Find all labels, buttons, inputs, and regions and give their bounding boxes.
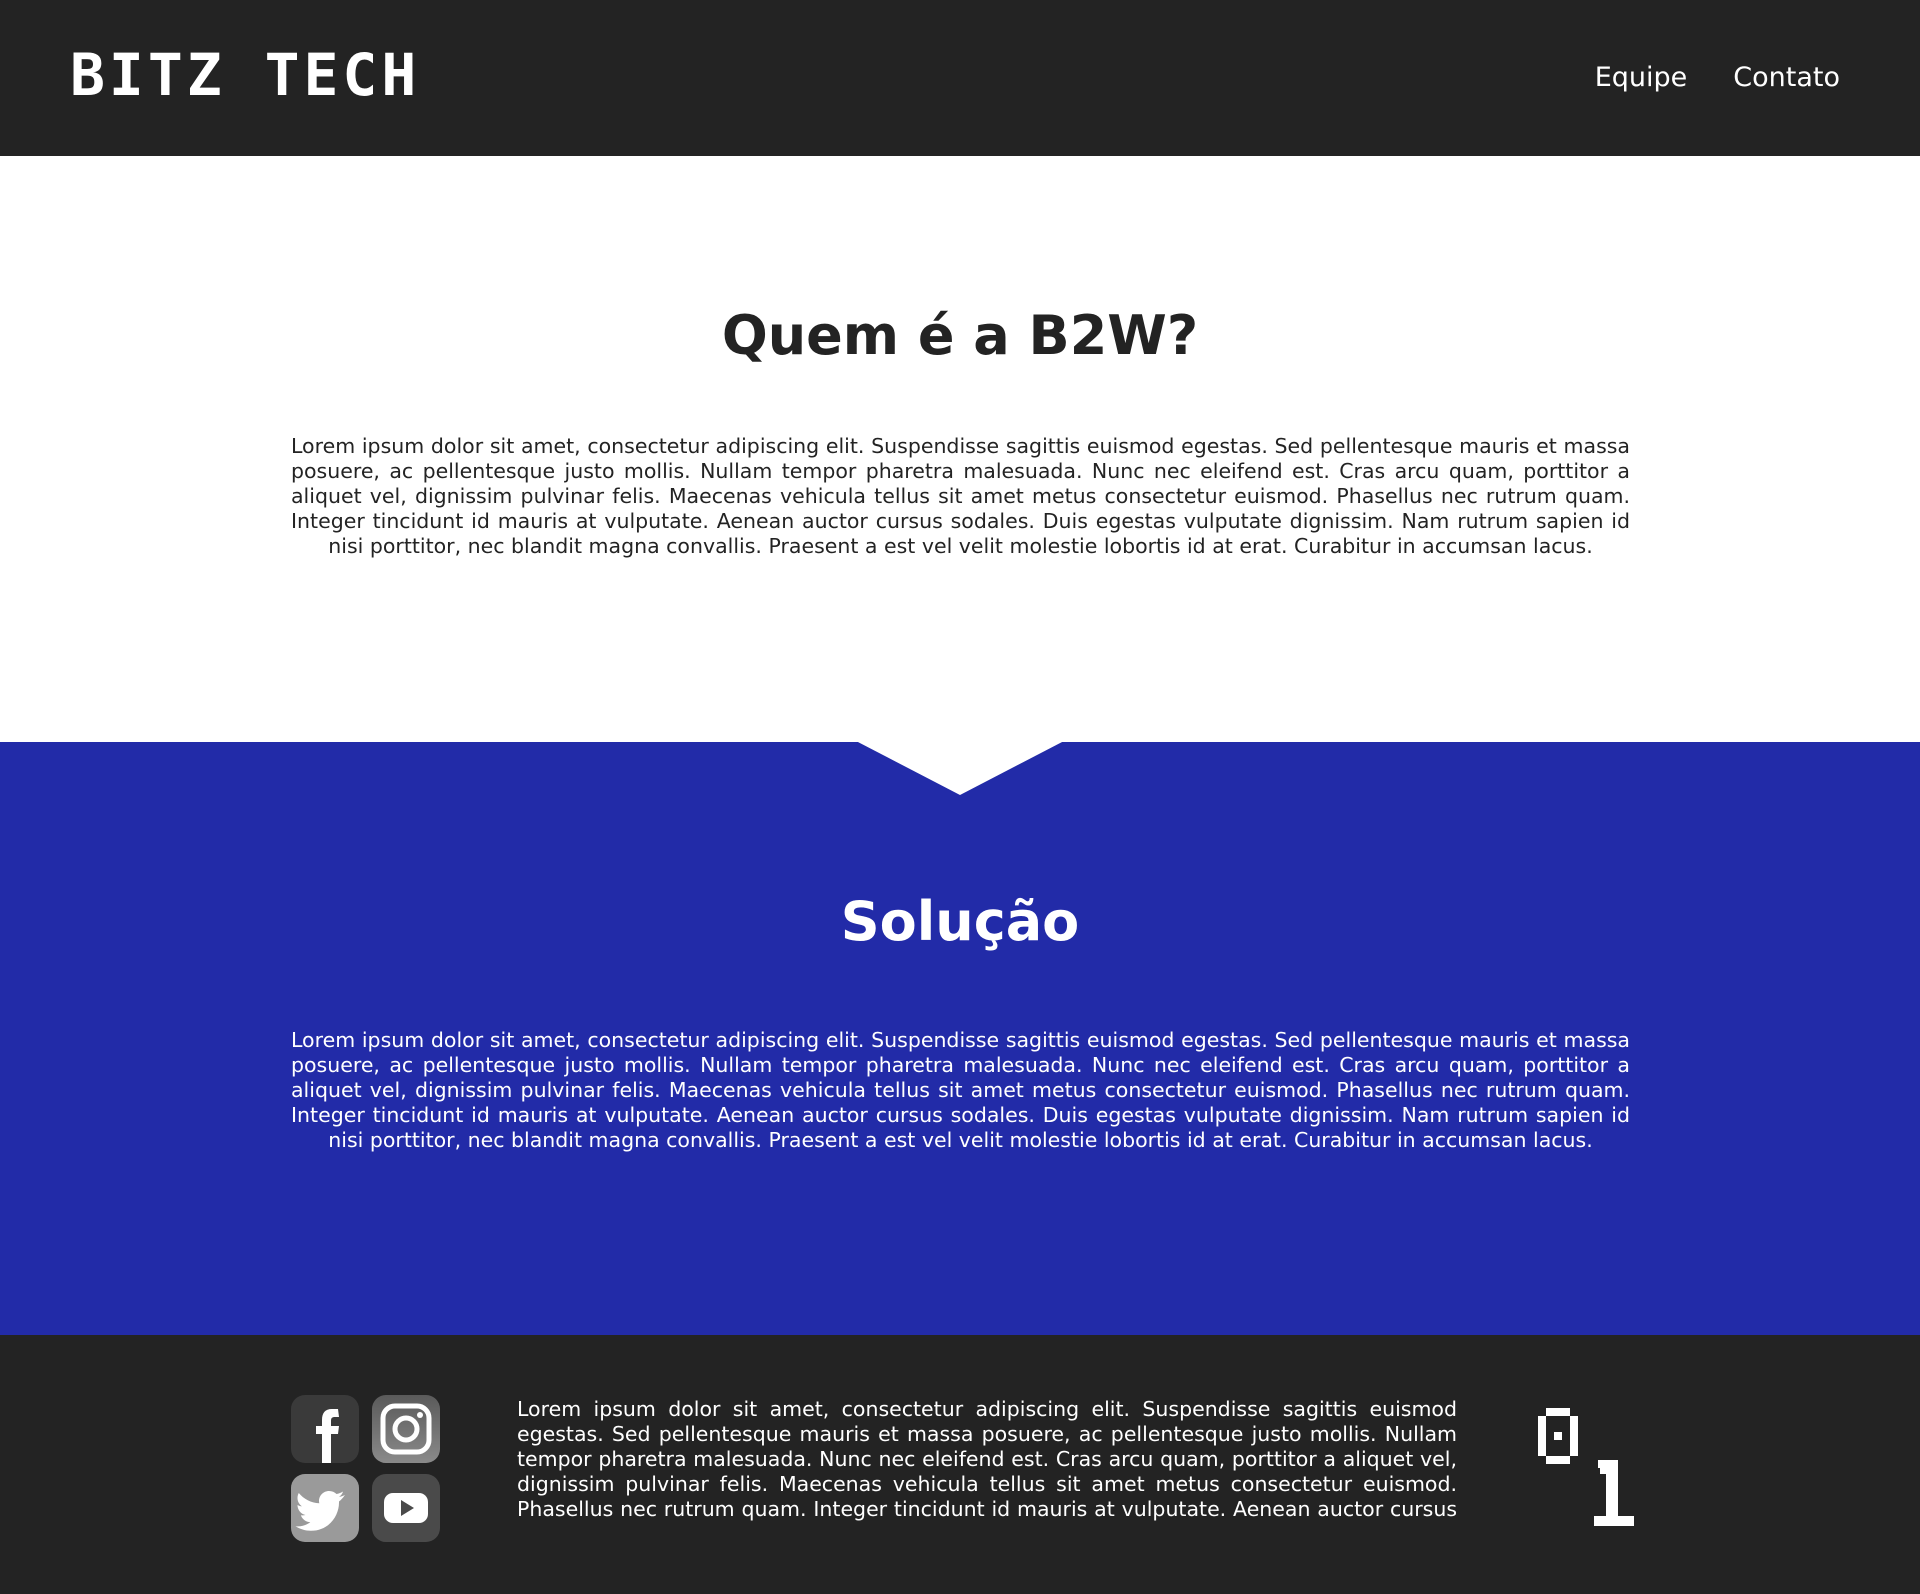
twitter-icon[interactable] xyxy=(291,1474,359,1542)
about-text: Lorem ipsum dolor sit amet, consectetur … xyxy=(291,434,1630,558)
social-links xyxy=(291,1395,441,1545)
footer-text: Lorem ipsum dolor sit amet, consectetur … xyxy=(517,1397,1457,1521)
solution-section: Solução Lorem ipsum dolor sit amet, cons… xyxy=(0,742,1920,1335)
binary-01-logo-icon xyxy=(1538,1408,1634,1526)
nav-link-contato[interactable]: Contato xyxy=(1733,58,1840,98)
about-section: Quem é a B2W? Lorem ipsum dolor sit amet… xyxy=(0,156,1920,742)
site-header: BITZ TECH Equipe Contato xyxy=(0,0,1920,156)
solution-title: Solução xyxy=(840,890,1080,953)
main-nav: Equipe Contato xyxy=(1595,58,1840,98)
about-title: Quem é a B2W? xyxy=(721,304,1199,367)
youtube-icon[interactable] xyxy=(372,1474,440,1542)
nav-link-equipe[interactable]: Equipe xyxy=(1595,58,1688,98)
section-chevron xyxy=(856,741,1064,795)
facebook-icon[interactable] xyxy=(291,1395,359,1463)
instagram-icon[interactable] xyxy=(372,1395,440,1463)
brand-logo[interactable]: BITZ TECH xyxy=(70,40,420,110)
site-footer: Lorem ipsum dolor sit amet, consectetur … xyxy=(0,1335,1920,1594)
solution-text: Lorem ipsum dolor sit amet, consectetur … xyxy=(291,1028,1630,1152)
